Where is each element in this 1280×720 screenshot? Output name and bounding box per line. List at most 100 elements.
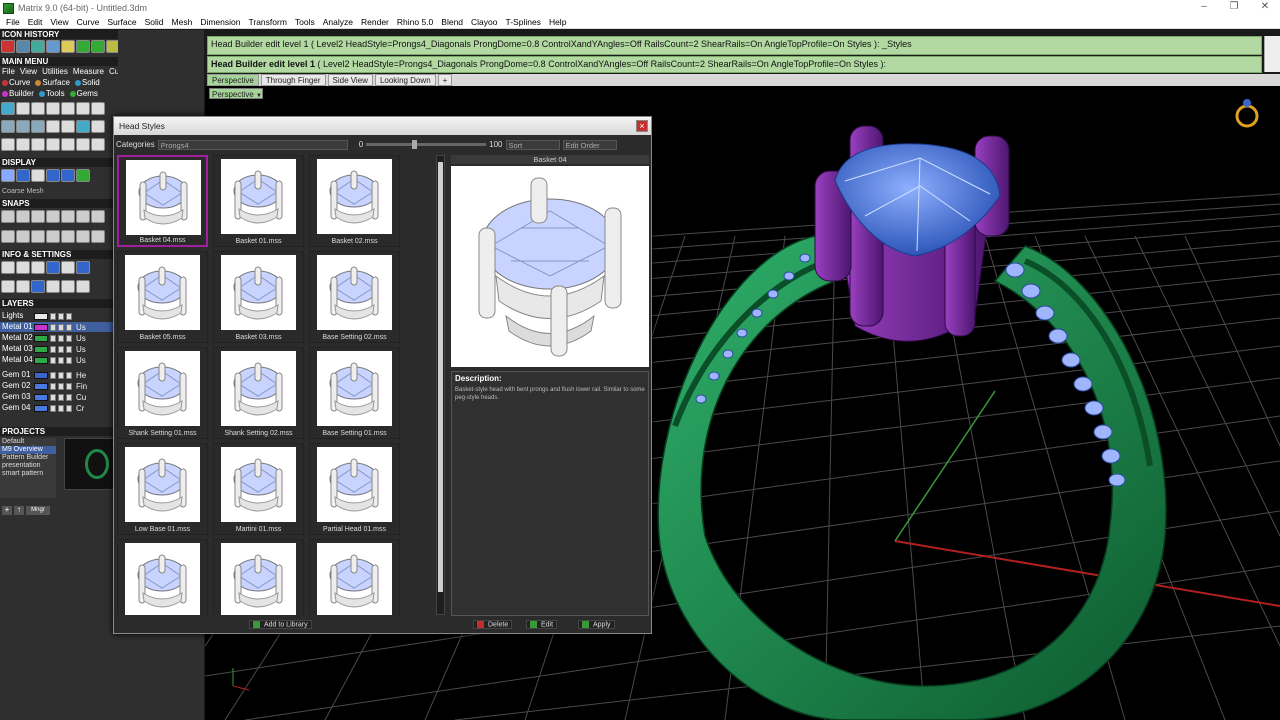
menu-clayoo[interactable]: Clayoo [467, 17, 501, 27]
tool-gem-icon[interactable] [91, 102, 105, 115]
style-thumb-basket-04[interactable]: Basket 04.mss [117, 155, 208, 247]
snap-perp-icon[interactable] [91, 210, 105, 223]
style-thumb-base-setting-02[interactable]: Base Setting 02.mss [309, 251, 400, 343]
info-settings-icon[interactable] [1, 261, 15, 274]
tool-flower-icon[interactable] [76, 102, 90, 115]
menu-edit[interactable]: Edit [24, 17, 47, 27]
project-thumbnail[interactable] [64, 438, 114, 490]
module-builder[interactable]: Builder [2, 89, 34, 99]
layer-lock-toggle[interactable] [58, 404, 64, 412]
layer-color-swatch[interactable] [34, 312, 48, 320]
snap-project-icon[interactable] [61, 230, 75, 243]
tool-align-icon[interactable] [46, 138, 60, 151]
tool-gear-icon[interactable] [16, 102, 30, 115]
tool-shank-icon[interactable] [1, 120, 15, 133]
display-xray-icon[interactable] [61, 169, 75, 182]
edit-button[interactable]: Edit [526, 620, 558, 629]
info-metal-icon[interactable] [76, 261, 90, 274]
layer-lock-toggle[interactable] [58, 382, 64, 390]
layer-print-toggle[interactable] [66, 334, 72, 342]
snap-vertex-icon[interactable] [46, 230, 60, 243]
tool-rotate-icon[interactable] [16, 138, 30, 151]
snap-center-icon[interactable] [61, 210, 75, 223]
main-menu-file[interactable]: File [2, 67, 15, 77]
up-project-button[interactable]: ↑ [14, 506, 24, 515]
size-slider[interactable] [366, 140, 487, 149]
layer-color-swatch[interactable] [34, 334, 48, 342]
layer-print-toggle[interactable] [66, 312, 72, 320]
scrollbar-thumb[interactable] [438, 162, 443, 592]
coarse-mesh-select[interactable]: Coarse Mesh [0, 187, 44, 197]
history-grid-icon[interactable] [16, 40, 30, 53]
layer-visible-toggle[interactable] [50, 345, 56, 353]
main-menu-view[interactable]: View [20, 67, 37, 77]
layer-print-toggle[interactable] [66, 393, 72, 401]
history-pencil-icon[interactable] [106, 40, 118, 53]
history-arrow-icon[interactable] [76, 40, 90, 53]
main-menu-custom[interactable]: Custom [109, 67, 118, 77]
menu-view[interactable]: View [46, 17, 72, 27]
style-thumb-partial-head-01[interactable]: Partial Head 01.mss [309, 443, 400, 535]
layer-lock-toggle[interactable] [58, 323, 64, 331]
layer-print-toggle[interactable] [66, 371, 72, 379]
snap-point-icon[interactable] [31, 210, 45, 223]
snap-disable-icon[interactable] [76, 230, 90, 243]
menu-blend[interactable]: Blend [437, 17, 467, 27]
apply-button[interactable]: Apply [578, 620, 615, 629]
info-options-icon[interactable] [61, 280, 75, 293]
project-item[interactable]: smart pattern [0, 470, 56, 478]
thumbnail-scrollbar[interactable] [436, 155, 445, 615]
tool-star-icon[interactable] [31, 102, 45, 115]
display-wireframe-icon[interactable] [1, 169, 15, 182]
module-curve[interactable]: Curve [2, 78, 30, 88]
tab-looking-down[interactable]: Looking Down [374, 74, 436, 86]
snap-knot-icon[interactable] [31, 230, 45, 243]
edit-order-select[interactable]: Edit Order [562, 139, 617, 150]
style-thumb-base-setting-01[interactable]: Base Setting 01.mss [309, 347, 400, 439]
layer-row-gem-04[interactable]: Gem 04 Cr [0, 403, 118, 413]
layer-row-metal-03[interactable]: Metal 03 Us [0, 344, 118, 354]
style-thumb-basket-03[interactable]: Basket 03.mss [213, 251, 304, 343]
layer-print-toggle[interactable] [66, 356, 72, 364]
tab-through-finger[interactable]: Through Finger [260, 74, 326, 86]
layer-row-gem-02[interactable]: Gem 02 Fin [0, 381, 118, 391]
menu-dimension[interactable]: Dimension [196, 17, 244, 27]
menu-rhino[interactable]: Rhino 5.0 [393, 17, 437, 27]
tool-scale-icon[interactable] [61, 138, 75, 151]
layer-lock-toggle[interactable] [58, 345, 64, 353]
history-gem-icon[interactable] [31, 40, 45, 53]
tool-pave-icon[interactable] [31, 120, 45, 133]
history-folder-icon[interactable] [61, 40, 75, 53]
tool-array-icon[interactable] [91, 138, 105, 151]
viewport-label[interactable]: Perspective ▼ [209, 88, 263, 99]
module-solid[interactable]: Solid [74, 78, 100, 88]
history-refresh-icon[interactable] [91, 40, 105, 53]
style-thumb-shank-setting-02[interactable]: Shank Setting 02.mss [213, 347, 304, 439]
close-window-button[interactable]: ✕ [1250, 0, 1280, 16]
delete-button[interactable]: Delete [473, 620, 513, 629]
layer-row-metal-02[interactable]: Metal 02 Us [0, 333, 118, 343]
snap-int-icon[interactable] [76, 210, 90, 223]
command-scroll[interactable] [1264, 36, 1280, 72]
tool-box-icon[interactable] [91, 120, 105, 133]
categories-select[interactable]: Prongs4 [157, 139, 348, 150]
add-to-library-button[interactable]: Add to Library [249, 620, 312, 629]
layer-visible-toggle[interactable] [50, 356, 56, 364]
layer-visible-toggle[interactable] [50, 371, 56, 379]
layer-lock-toggle[interactable] [58, 356, 64, 364]
layer-visible-toggle[interactable] [50, 382, 56, 390]
layer-row-lights[interactable]: Lights [0, 311, 118, 321]
display-shaded-icon[interactable] [16, 169, 30, 182]
tab-perspective[interactable]: Perspective [207, 74, 259, 86]
layer-row-gem-01[interactable]: Gem 01 He [0, 370, 118, 380]
layer-lock-toggle[interactable] [58, 334, 64, 342]
project-item[interactable]: Default [0, 438, 56, 446]
layer-visible-toggle[interactable] [50, 312, 56, 320]
style-thumb-basket-02[interactable]: Basket 02.mss [309, 155, 400, 247]
layer-visible-toggle[interactable] [50, 404, 56, 412]
dialog-close-button[interactable]: × [636, 120, 648, 132]
ring-logo-icon[interactable] [1235, 99, 1259, 128]
tool-loft-icon[interactable] [46, 120, 60, 133]
add-viewport-tab-button[interactable]: + [437, 74, 453, 86]
style-thumb-row5-2[interactable] [213, 539, 304, 615]
